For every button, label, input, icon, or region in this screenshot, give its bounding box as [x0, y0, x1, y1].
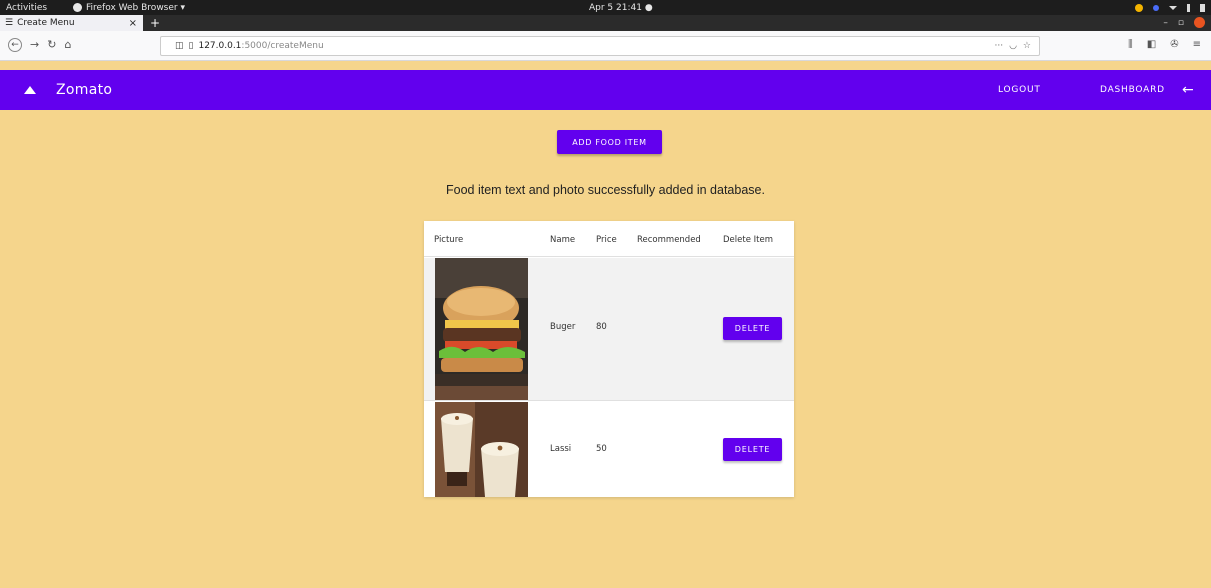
tab-title: Create Menu: [17, 18, 75, 28]
dashboard-button[interactable]: DASHBOARD: [1100, 85, 1165, 95]
delete-button[interactable]: DELETE: [723, 438, 782, 461]
sidebar-icon[interactable]: ◧: [1147, 39, 1156, 50]
tab-strip: ☰ Create Menu × + – ▫: [0, 15, 1211, 31]
toolbar-right: ⫼ ◧ ✇ ≡: [1128, 39, 1201, 50]
header-name: Name: [550, 235, 576, 245]
page-actions-icon[interactable]: ···: [994, 41, 1003, 51]
app-menu[interactable]: Firefox Web Browser ▾: [73, 3, 185, 13]
volume-icon: [1187, 3, 1190, 12]
clock[interactable]: Apr 5 21:41 ●: [589, 3, 653, 13]
activities-button[interactable]: Activities: [6, 3, 47, 13]
header-recommended: Recommended: [637, 235, 701, 245]
shield-icon[interactable]: ◫: [175, 41, 184, 51]
page-favicon-icon: ☰: [5, 18, 14, 28]
system-top-bar: Activities Firefox Web Browser ▾ Apr 5 2…: [0, 0, 1211, 15]
burger-photo: [435, 258, 528, 400]
tab-create-menu[interactable]: ☰ Create Menu ×: [0, 15, 143, 31]
back-arrow-icon[interactable]: ←: [1182, 82, 1194, 98]
header-price: Price: [596, 235, 617, 245]
table-row: Lassi 50 DELETE: [424, 402, 794, 497]
table-header: Picture Name Price Recommended Delete It…: [424, 221, 794, 257]
window-controls: – ▫: [1163, 17, 1205, 28]
nav-toggle-icon[interactable]: [24, 86, 36, 94]
network-icon: [1169, 5, 1177, 10]
item-name: Buger: [550, 322, 576, 332]
header-picture: Picture: [434, 235, 464, 245]
lassi-image: [435, 402, 528, 497]
item-price: 80: [596, 322, 607, 332]
item-price: 50: [596, 444, 607, 454]
item-name: Lassi: [550, 444, 572, 454]
url-path: :5000/createMenu: [241, 41, 324, 51]
close-tab-icon[interactable]: ×: [129, 18, 137, 29]
reload-icon[interactable]: ↻: [47, 38, 56, 52]
delete-button[interactable]: DELETE: [723, 317, 782, 340]
power-icon: [1200, 3, 1205, 12]
home-icon[interactable]: ⌂: [64, 38, 71, 52]
nav-buttons: ← → ↻ ⌂: [8, 38, 71, 52]
extension-icon[interactable]: ✇: [1170, 39, 1178, 50]
add-food-item-button[interactable]: ADD FOOD ITEM: [557, 130, 662, 154]
app-menu-label: Firefox Web Browser ▾: [86, 2, 185, 13]
table-row: Buger 80 DELETE: [424, 258, 794, 401]
url-host: 127.0.0.1: [198, 41, 242, 51]
header-delete-item: Delete Item: [723, 235, 773, 245]
lassi-photo: [435, 402, 528, 497]
page-icon: ▯: [188, 41, 194, 51]
success-message: Food item text and photo successfully ad…: [446, 183, 765, 197]
address-bar[interactable]: ◫ ▯ 127.0.0.1:5000/createMenu ··· ◡ ☆: [160, 36, 1040, 56]
chrome-icon: [1135, 3, 1143, 12]
browser-toolbar: ← → ↻ ⌂ ◫ ▯ 127.0.0.1:5000/createMenu ··…: [0, 31, 1211, 61]
hamburger-menu-icon[interactable]: ≡: [1193, 39, 1201, 50]
minimize-icon[interactable]: –: [1163, 18, 1168, 28]
indicator-icon: [1153, 4, 1159, 11]
menu-table: Picture Name Price Recommended Delete It…: [424, 221, 794, 497]
window-close-icon[interactable]: [1194, 17, 1205, 28]
firefox-icon: [73, 3, 82, 12]
bookmark-star-icon[interactable]: ☆: [1023, 41, 1031, 51]
url-actions: ··· ◡ ☆: [994, 41, 1031, 51]
system-tray[interactable]: [1135, 3, 1205, 12]
app-header: Zomato LOGOUT DASHBOARD ←: [0, 70, 1211, 110]
logout-button[interactable]: LOGOUT: [998, 85, 1041, 95]
forward-icon[interactable]: →: [30, 38, 39, 52]
library-icon[interactable]: ⫼: [1128, 39, 1133, 50]
app-brand[interactable]: Zomato: [56, 82, 112, 98]
new-tab-button[interactable]: +: [150, 16, 160, 30]
burger-image: [435, 258, 528, 400]
maximize-icon[interactable]: ▫: [1178, 18, 1184, 28]
back-icon[interactable]: ←: [8, 38, 22, 52]
pocket-icon[interactable]: ◡: [1009, 41, 1017, 51]
